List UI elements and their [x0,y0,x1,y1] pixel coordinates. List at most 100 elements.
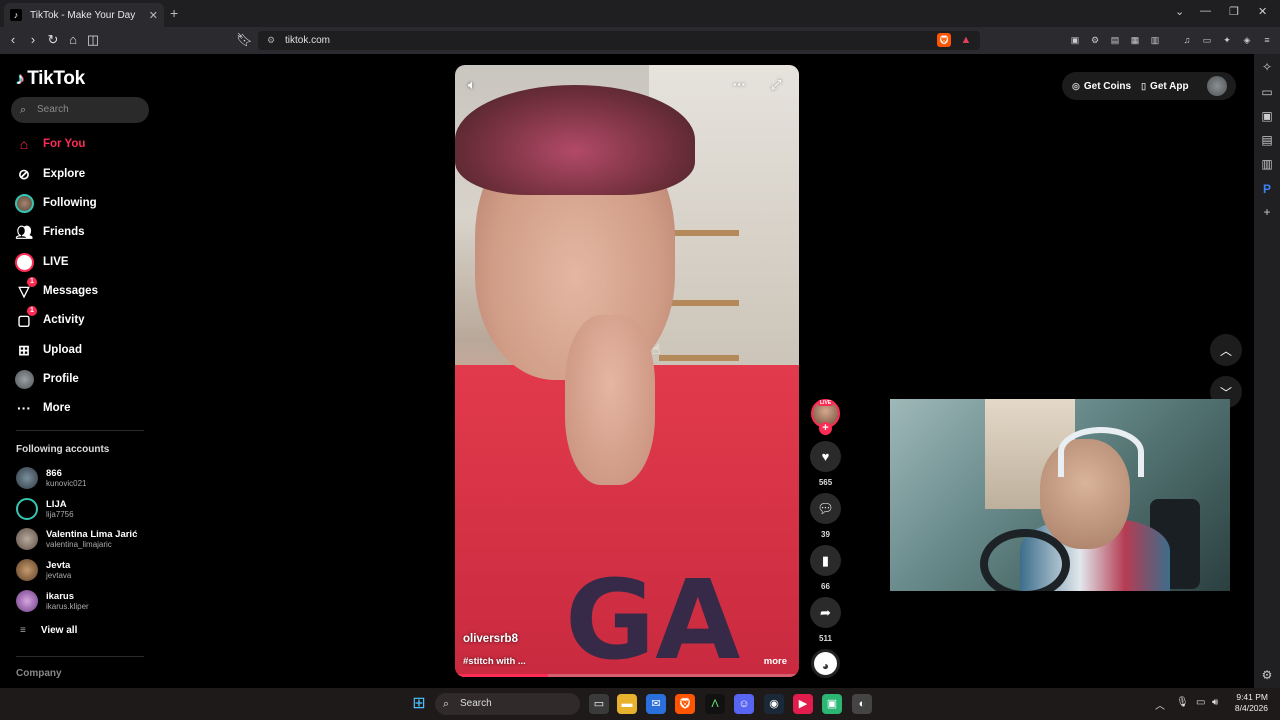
side-video-icon[interactable]: ▭ [1260,85,1274,99]
side-paypal-icon[interactable]: P [1260,182,1274,196]
side-leo-icon[interactable]: ✧ [1260,60,1274,74]
search-icon: ⌕ [20,104,27,116]
nav-activity[interactable]: ▢ 1 Activity [14,306,85,330]
site-info-icon[interactable]: ⚙ [267,31,275,50]
volume-tray-icon[interactable]: 🔊︎ [1212,697,1218,708]
video-player[interactable]: GA 🔈︎ ··· ⤢ oliversrb8 #stitch with ... … [455,65,799,677]
extension-4-icon[interactable]: ▥ [1148,33,1162,47]
forward-icon[interactable]: › [25,32,41,47]
task-view-icon[interactable]: ▭ [589,694,609,714]
tray-overflow-icon[interactable]: ︿ [1155,697,1165,712]
fullscreen-icon[interactable]: ⤢ [771,77,781,93]
tab-close-icon[interactable]: ✕ [149,9,158,22]
side-settings-icon[interactable]: ⚙ [1260,668,1274,682]
vpn-icon[interactable]: ◈ [1240,33,1254,47]
nav-profile[interactable]: Profile [14,369,79,389]
sidebar-toggle-icon[interactable]: ◫ [85,32,101,48]
upload-icon: ⊞ [18,341,30,358]
side-bookmarks-icon[interactable]: ▤ [1260,133,1274,147]
tab-list-chevron-icon[interactable]: ⌄ [1175,5,1184,18]
side-reading-list-icon[interactable]: ▥ [1260,157,1274,171]
nav-messages[interactable]: ▽ 1 Messages [14,277,98,301]
following-account-866[interactable]: 866 kunovic021 [16,467,86,489]
media-icon[interactable]: ♫ [1180,33,1194,47]
microphone-icon[interactable]: 🎙︎ [1176,697,1189,708]
follow-creator-button[interactable]: + [819,422,832,435]
view-all-button[interactable]: ≡ View all [20,625,77,636]
brave-rewards-icon[interactable]: ▲ [959,33,973,47]
nav-label: Activity [43,314,85,326]
video-username[interactable]: oliversrb8 [463,633,518,645]
following-account-lija[interactable]: LIJA lija7756 [16,498,74,520]
tiktok-logo[interactable]: ♪ TikTok [16,68,85,90]
address-bar[interactable]: ⚙ tiktok.com [258,31,980,50]
outlook-icon[interactable]: ✉ [646,694,666,714]
save-button[interactable]: ▮ 66 [810,545,841,591]
account-name: 866 [46,468,62,479]
brave-shields-icon[interactable]: 🦁︎ [937,33,951,47]
reload-icon[interactable]: ↻ [45,32,61,48]
windows-taskbar [0,688,1280,720]
terminal-app-icon[interactable]: Λ [705,694,725,714]
file-explorer-icon[interactable]: ▬ [617,694,637,714]
nav-following[interactable]: Following [14,193,97,213]
nav-live[interactable]: LIVE [14,252,69,272]
bookmark-icon[interactable]: 🔖︎ [236,32,253,48]
company-link[interactable]: Company [16,668,62,679]
leo-ai-icon[interactable]: ✦ [1220,33,1234,47]
browser-tab[interactable]: ♪ TikTok - Make Your Day ✕ [4,3,164,27]
get-coins-button[interactable]: ◎ Get Coins [1072,81,1131,92]
display-icon[interactable]: ▭ [1196,697,1205,708]
nav-upload[interactable]: ⊞ Upload [14,340,82,360]
previous-video-button[interactable]: ︿ [1210,334,1242,366]
extension-3-icon[interactable]: ▦ [1128,33,1142,47]
following-account-jevta[interactable]: Jevta jevtava [16,559,71,581]
like-button[interactable]: ♥ 565 [810,441,841,487]
discord-icon[interactable]: ☺ [734,694,754,714]
get-app-button[interactable]: ▯ Get App [1141,81,1188,92]
extensions-icon[interactable]: ⚙ [1088,33,1102,47]
sidebar-divider [16,656,144,657]
music-disc-icon[interactable]: ◕ [811,649,840,678]
taskbar-search[interactable]: ⌕ Search [435,693,580,715]
user-avatar[interactable] [1207,76,1227,96]
caption-more-button[interactable]: more [764,656,787,667]
extension-2-icon[interactable]: ▤ [1108,33,1122,47]
taskbar-search-label: Search [460,698,492,709]
home-icon[interactable]: ⌂ [65,32,81,47]
following-account-valentina[interactable]: Valentina Lima Jarić valentina_limajaric [16,528,137,550]
share-button[interactable]: ➦ 511 [810,597,841,643]
minimize-icon[interactable]: — [1200,5,1211,17]
comment-button[interactable]: 💬︎ 39 [810,493,841,539]
search-input[interactable]: ⌕ Search [11,97,149,123]
avatar [16,467,38,489]
wallet-icon[interactable]: ▭ [1200,33,1214,47]
menu-icon[interactable]: ≡ [1260,33,1274,47]
windows-start-icon[interactable]: ⊞ [409,694,429,714]
game-app-icon[interactable]: ▣ [822,694,842,714]
close-window-icon[interactable]: ✕ [1258,5,1267,18]
nav-label: Messages [43,285,98,297]
taskbar-clock[interactable]: 9:41 PM 8/4/2026 [1230,692,1268,714]
side-add-icon[interactable]: + [1260,205,1274,219]
nav-explore[interactable]: ⊘ Explore [14,164,85,184]
nav-friends[interactable]: 👥︎ Friends [14,222,84,242]
following-account-ikarus[interactable]: ikarus ikarus.kliper [16,590,89,612]
volume-icon[interactable]: 🔈︎ [468,77,476,93]
nav-more[interactable]: ··· More [14,398,70,418]
view-all-label: View all [40,625,78,636]
nav-for-you[interactable]: ⌂ For You [14,134,86,154]
side-wallet-icon[interactable]: ▣ [1260,109,1274,123]
activity-badge: 1 [27,306,37,316]
obs-icon[interactable]: ◐ [852,694,872,714]
extension-1-icon[interactable]: ▣ [1068,33,1082,47]
video-more-options-icon[interactable]: ··· [733,77,746,92]
nav-label: Profile [43,373,79,385]
video-progress-bar[interactable] [455,674,799,677]
new-tab-button[interactable]: + [170,5,178,21]
steam-icon[interactable]: ◉ [764,694,784,714]
brave-browser-icon[interactable]: 🦁︎ [675,694,695,714]
maximize-icon[interactable]: ❐ [1229,5,1239,18]
back-icon[interactable]: ‹ [5,32,21,47]
media-player-icon[interactable]: ▶ [793,694,813,714]
